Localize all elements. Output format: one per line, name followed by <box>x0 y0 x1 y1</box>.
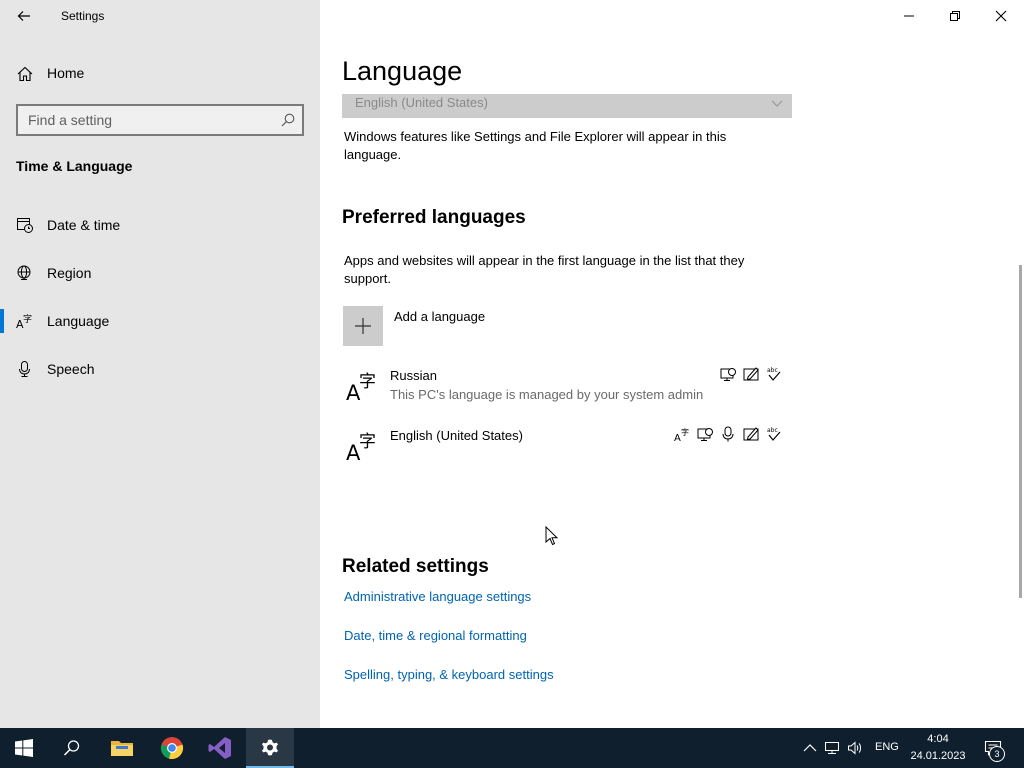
svg-text:A: A <box>674 433 681 443</box>
display-language-description: Windows features like Settings and File … <box>344 129 727 162</box>
input-language-indicator[interactable]: ENG <box>875 741 899 753</box>
back-button[interactable] <box>8 0 40 32</box>
preferred-languages-title: Preferred languages <box>342 207 526 228</box>
close-icon <box>995 10 1007 22</box>
speech-icon <box>722 426 734 442</box>
taskbar-visual-studio[interactable] <box>196 728 244 768</box>
taskbar-settings[interactable] <box>246 728 294 768</box>
handwriting-icon <box>743 427 759 441</box>
close-button[interactable] <box>978 0 1024 32</box>
display-language-icon <box>720 368 736 381</box>
plus-icon-box <box>343 306 383 346</box>
home-icon <box>17 66 33 82</box>
sidebar-item-label: Language <box>47 313 110 329</box>
related-settings-title: Related settings <box>342 556 489 577</box>
search-icon <box>63 740 80 756</box>
restore-icon <box>950 11 960 21</box>
language-item-english-us[interactable]: A字 English (United States) A字 abc <box>342 425 792 475</box>
globe-icon <box>17 265 31 280</box>
notification-count-badge: 3 <box>989 746 1005 762</box>
sidebar: Settings Home Time & Language Date & tim… <box>0 0 320 728</box>
sidebar-group-title: Time & Language <box>16 158 133 174</box>
app-title: Settings <box>61 9 105 23</box>
arrow-left-icon <box>17 11 30 21</box>
clock-time: 4:04 <box>927 733 949 745</box>
taskbar-file-explorer[interactable] <box>98 728 146 768</box>
minimize-button[interactable] <box>886 0 932 32</box>
page-title: Language <box>342 56 463 86</box>
link-spelling-typing-keyboard-settings[interactable]: Spelling, typing, & keyboard settings <box>344 667 554 682</box>
sidebar-item-home-label: Home <box>47 65 85 81</box>
start-button[interactable] <box>0 728 48 768</box>
volume-icon[interactable] <box>847 740 863 756</box>
preferred-languages-description: Apps and websites will appear in the fir… <box>344 253 745 286</box>
language-icon: A字 <box>346 432 376 463</box>
link-administrative-language-settings[interactable]: Administrative language settings <box>344 589 531 604</box>
add-language-label: Add a language <box>394 309 486 324</box>
plus-icon <box>355 318 371 334</box>
calendar-clock-icon <box>17 218 33 233</box>
language-name: English (United States) <box>390 428 523 443</box>
language-subtitle: This PC's language is managed by your sy… <box>390 387 704 402</box>
search-box[interactable] <box>16 104 304 136</box>
language-name: Russian <box>390 368 437 383</box>
chevron-down-icon <box>771 100 783 107</box>
sidebar-item-label: Speech <box>47 361 95 377</box>
network-icon[interactable] <box>824 740 840 756</box>
search-input[interactable] <box>18 106 270 134</box>
link-date-time-regional-formatting[interactable]: Date, time & regional formatting <box>344 628 527 643</box>
sidebar-item-speech[interactable]: Speech <box>0 349 320 389</box>
chevron-up-icon[interactable] <box>802 740 818 756</box>
add-language-button[interactable]: Add a language <box>343 306 643 346</box>
language-icon: A字 <box>346 372 376 403</box>
mouse-cursor-icon <box>545 526 559 546</box>
language-item-russian[interactable]: A字 Russian This PC's language is managed… <box>342 365 792 415</box>
file-explorer-icon <box>111 741 133 756</box>
svg-text:abc: abc <box>767 427 778 434</box>
sidebar-item-home[interactable]: Home <box>0 56 320 92</box>
sidebar-item-label: Date & time <box>47 217 121 233</box>
visual-studio-icon <box>208 737 231 759</box>
main-pane: Language English (United States) Windows… <box>320 0 1024 728</box>
svg-text:字: 字 <box>359 372 376 392</box>
vertical-scrollbar[interactable] <box>1019 265 1022 598</box>
language-icon: A字 <box>16 313 32 330</box>
chrome-icon <box>160 737 184 760</box>
taskbar-search-button[interactable] <box>48 728 96 768</box>
clock[interactable]: 4:04 24.01.2023 <box>902 731 974 765</box>
taskbar: ENG 4:04 24.01.2023 3 <box>0 728 1024 768</box>
restore-button[interactable] <box>932 0 978 32</box>
display-language-icon <box>697 428 713 441</box>
sidebar-item-date-time[interactable]: Date & time <box>0 205 320 245</box>
dropdown-value: English (United States) <box>355 95 488 110</box>
search-icon[interactable] <box>280 112 296 128</box>
minimize-icon <box>904 15 914 17</box>
sidebar-item-language[interactable]: A字 Language <box>0 301 320 341</box>
svg-text:字: 字 <box>681 427 689 437</box>
handwriting-icon <box>743 367 759 381</box>
svg-text:字: 字 <box>23 313 32 325</box>
spellcheck-icon: abc <box>767 427 781 441</box>
start-icon <box>15 739 33 757</box>
svg-text:字: 字 <box>359 432 376 452</box>
sidebar-item-label: Region <box>47 265 92 281</box>
svg-text:abc: abc <box>767 367 778 374</box>
spellcheck-icon: abc <box>767 367 781 381</box>
settings-icon <box>262 739 278 756</box>
language-pack-icon: A字 <box>674 427 689 443</box>
microphone-icon <box>19 361 30 377</box>
action-center-button[interactable]: 3 <box>980 728 1020 768</box>
sidebar-item-region[interactable]: Region <box>0 253 320 293</box>
clock-date: 24.01.2023 <box>910 750 966 762</box>
taskbar-chrome[interactable] <box>148 728 196 768</box>
windows-display-language-dropdown[interactable]: English (United States) <box>342 94 792 118</box>
